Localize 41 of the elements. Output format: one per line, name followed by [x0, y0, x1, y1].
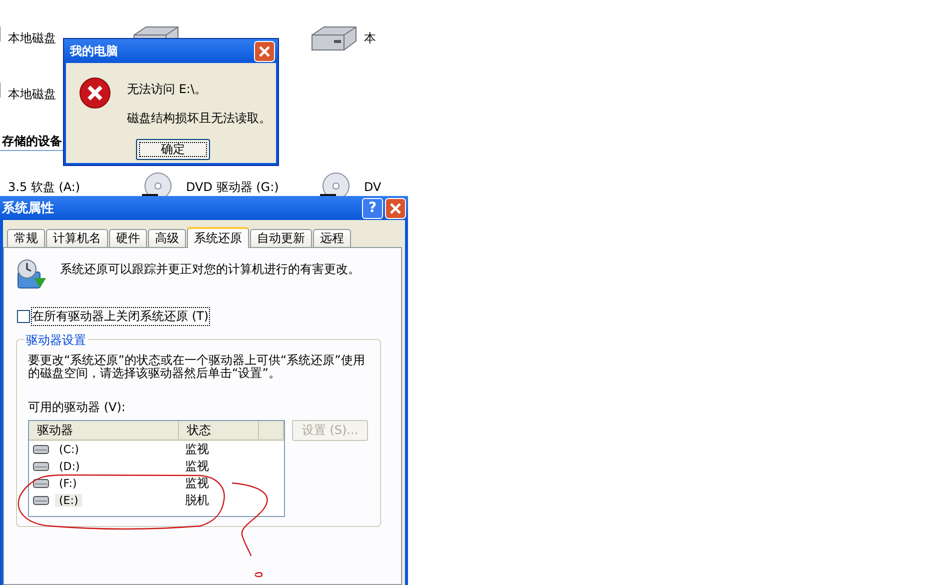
drive-label[interactable]: DV	[364, 180, 382, 194]
drive-name[interactable]: (D:)	[55, 460, 84, 473]
tab[interactable]: 高级	[148, 229, 186, 247]
tab[interactable]: 常规	[7, 229, 45, 247]
column-header[interactable]: 驱动器	[29, 421, 179, 439]
drive-name[interactable]: (F:)	[55, 477, 81, 490]
tab[interactable]: 硬件	[109, 229, 147, 247]
tab[interactable]: 计算机名	[46, 229, 108, 247]
list-label: 可用的驱动器 (V):	[28, 399, 126, 416]
drive-icon	[33, 479, 49, 488]
tab[interactable]: 自动更新	[250, 229, 312, 247]
close-icon[interactable]	[385, 198, 406, 218]
drive-icon	[33, 445, 49, 454]
dialog-title: 我的电脑	[70, 42, 118, 60]
drive-icon	[33, 462, 49, 471]
drive-status: 监视	[184, 441, 210, 458]
tab[interactable]: 系统还原	[187, 227, 249, 248]
window-title: 系统属性	[2, 200, 55, 217]
drive-label[interactable]: 本地磁盘	[8, 30, 56, 46]
group-title: 驱动器设置	[24, 332, 88, 349]
drive-label[interactable]: 本地磁盘	[8, 86, 56, 102]
drive-label[interactable]: DVD 驱动器 (G:)	[186, 178, 279, 196]
drive-status: 监视	[184, 475, 210, 492]
drive-icon	[33, 496, 49, 505]
error-message: 无法访问 E:\。	[127, 81, 208, 98]
disable-restore-checkbox[interactable]: 在所有驱动器上关闭系统还原 (T)	[17, 308, 209, 325]
drive-name[interactable]: (E:)	[55, 494, 82, 507]
close-icon[interactable]	[254, 40, 275, 62]
error-message: 磁盘结构损坏且无法读取。	[127, 110, 271, 127]
tab[interactable]: 远程	[313, 229, 351, 247]
drive-status: 脱机	[184, 492, 210, 509]
drive-name[interactable]: (C:)	[55, 443, 83, 456]
drive-label[interactable]: 本	[364, 30, 376, 46]
ok-button[interactable]: 确定	[136, 139, 210, 160]
column-header[interactable]: 状态	[179, 421, 259, 439]
error-icon	[79, 77, 111, 109]
drive-label[interactable]: 3.5 软盘 (A:)	[8, 178, 80, 196]
instruction-text: 要更改“系统还原”的状态或在一个驱动器上可供“系统还原”使用的磁盘空间，请选择该驱动器然后单击“设置”。	[28, 354, 366, 380]
drive-status: 监视	[184, 458, 210, 475]
description-text: 系统还原可以跟踪并更正对您的计算机进行的有害更改。	[60, 261, 360, 278]
help-button[interactable]: ?	[362, 198, 383, 218]
